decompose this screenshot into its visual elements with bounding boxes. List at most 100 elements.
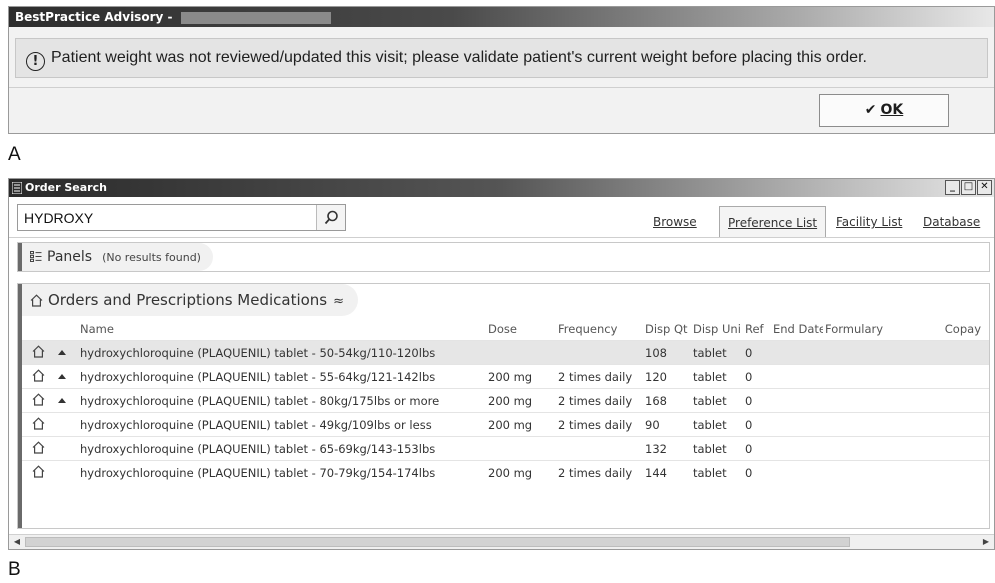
order-search-window: Order Search _□✕ Browse Preference List … (8, 178, 995, 550)
col-name[interactable]: Name (78, 318, 486, 341)
cell-disp-unit: tablet (691, 436, 743, 461)
tab-browse[interactable]: Browse (645, 209, 705, 235)
search-box (17, 204, 346, 231)
cell-end-date (771, 412, 823, 437)
cell-end-date (771, 388, 823, 413)
advisory-message: Patient weight was not reviewed/updated … (51, 49, 867, 66)
cell-frequency (556, 436, 643, 461)
cell-disp-unit: tablet (691, 460, 743, 484)
cell-copay (901, 460, 989, 484)
scrollbar-thumb[interactable] (25, 537, 850, 547)
row-home-icon[interactable] (22, 340, 56, 365)
cell-dose (486, 340, 556, 365)
col-pref (56, 318, 78, 341)
table-row[interactable]: hydroxychloroquine (PLAQUENIL) tablet - … (22, 460, 989, 484)
row-pref-cell (56, 364, 78, 389)
double-chevron-up-icon[interactable]: ≈ (333, 294, 344, 309)
cell-ref: 0 (743, 364, 771, 389)
cell-end-date (771, 364, 823, 389)
cell-frequency: 2 times daily (556, 460, 643, 484)
tab-facility-list[interactable]: Facility List (828, 209, 910, 235)
cell-disp-unit: tablet (691, 388, 743, 413)
cell-copay (901, 388, 989, 413)
cell-copay (901, 412, 989, 437)
advisory-message-box: ! Patient weight was not reviewed/updated… (15, 38, 988, 78)
minimize-icon[interactable]: _ (945, 180, 960, 195)
table-row[interactable]: hydroxychloroquine (PLAQUENIL) tablet - … (22, 412, 989, 437)
maximize-icon[interactable]: □ (961, 180, 976, 195)
cell-disp-qty: 90 (643, 412, 691, 437)
col-disp-unit[interactable]: Disp Uni (691, 318, 743, 341)
search-button[interactable] (316, 205, 345, 230)
tab-facility-list-label: Facility List (836, 215, 903, 229)
tab-bar-divider (9, 237, 994, 238)
advisory-title-bar: BestPractice Advisory - (9, 7, 994, 27)
exclamation-circle-icon: ! (26, 52, 45, 71)
cell-dose: 200 mg (486, 412, 556, 437)
cell-formulary (823, 340, 901, 365)
magnifier-icon (324, 210, 338, 225)
cell-formulary (823, 388, 901, 413)
cell-frequency (556, 340, 643, 365)
tab-preference-list-label: Preference List (728, 216, 818, 230)
scroll-left-icon[interactable]: ◀ (10, 535, 24, 549)
cell-copay (901, 364, 989, 389)
row-home-icon[interactable] (22, 412, 56, 437)
cell-disp-unit: tablet (691, 340, 743, 365)
cell-name: hydroxychloroquine (PLAQUENIL) tablet - … (78, 340, 486, 365)
orders-section: Orders and Prescriptions Medications ≈ Na… (17, 283, 990, 529)
panels-status: (No results found) (102, 251, 201, 264)
orders-table: Name Dose Frequency Disp Qt Disp Uni Ref… (22, 318, 989, 484)
col-formulary[interactable]: Formulary (823, 318, 901, 341)
window-menu-icon[interactable] (12, 182, 22, 194)
row-pref-cell (56, 412, 78, 437)
col-ref[interactable]: Ref (743, 318, 771, 341)
close-icon[interactable]: ✕ (977, 180, 992, 195)
tab-database[interactable]: Database (915, 209, 988, 235)
table-row[interactable]: hydroxychloroquine (PLAQUENIL) tablet - … (22, 436, 989, 461)
home-icon (30, 294, 43, 307)
row-home-icon[interactable] (22, 460, 56, 484)
table-row[interactable]: hydroxychloroquine (PLAQUENIL) tablet - … (22, 388, 989, 413)
col-copay[interactable]: Copay (901, 318, 989, 341)
ok-button[interactable]: ✔ OK (819, 94, 949, 127)
cell-ref: 0 (743, 460, 771, 484)
horizontal-scrollbar[interactable]: ◀ ▶ (9, 534, 994, 549)
advisory-title: BestPractice Advisory - (15, 10, 173, 24)
cell-dose (486, 436, 556, 461)
table-row[interactable]: hydroxychloroquine (PLAQUENIL) tablet - … (22, 364, 989, 389)
row-pref-cell (56, 340, 78, 365)
row-home-icon[interactable] (22, 364, 56, 389)
table-header-row: Name Dose Frequency Disp Qt Disp Uni Ref… (22, 318, 989, 341)
search-input[interactable] (18, 205, 308, 230)
orders-header[interactable]: Orders and Prescriptions Medications ≈ (22, 284, 359, 316)
col-dose[interactable]: Dose (486, 318, 556, 341)
col-frequency[interactable]: Frequency (556, 318, 643, 341)
table-row[interactable]: hydroxychloroquine (PLAQUENIL) tablet - … (22, 340, 989, 365)
panels-section: Panels (No results found) (17, 242, 990, 272)
tab-browse-label: Browse (653, 215, 697, 229)
order-search-title: Order Search (25, 181, 107, 194)
advisory-dialog: BestPractice Advisory - ! Patient weight … (8, 6, 995, 134)
panels-header[interactable]: Panels (No results found) (22, 243, 213, 271)
cell-dose: 200 mg (486, 388, 556, 413)
cell-ref: 0 (743, 340, 771, 365)
col-disp-qty[interactable]: Disp Qt (643, 318, 691, 341)
cell-dose: 200 mg (486, 460, 556, 484)
scroll-right-icon[interactable]: ▶ (979, 535, 993, 549)
orders-label: Orders and Prescriptions Medications (48, 291, 328, 309)
advisory-title-redacted (180, 11, 331, 24)
row-pref-cell (56, 388, 78, 413)
cell-name: hydroxychloroquine (PLAQUENIL) tablet - … (78, 436, 486, 461)
row-pref-cell (56, 436, 78, 461)
up-arrow-icon (58, 373, 66, 379)
cell-formulary (823, 364, 901, 389)
cell-disp-unit: tablet (691, 412, 743, 437)
row-home-icon[interactable] (22, 436, 56, 461)
advisory-divider (9, 87, 994, 88)
cell-name: hydroxychloroquine (PLAQUENIL) tablet - … (78, 364, 486, 389)
col-end-date[interactable]: End Date (771, 318, 823, 341)
tab-preference-list[interactable]: Preference List (719, 206, 827, 237)
ok-label: OK (880, 102, 904, 118)
row-home-icon[interactable] (22, 388, 56, 413)
